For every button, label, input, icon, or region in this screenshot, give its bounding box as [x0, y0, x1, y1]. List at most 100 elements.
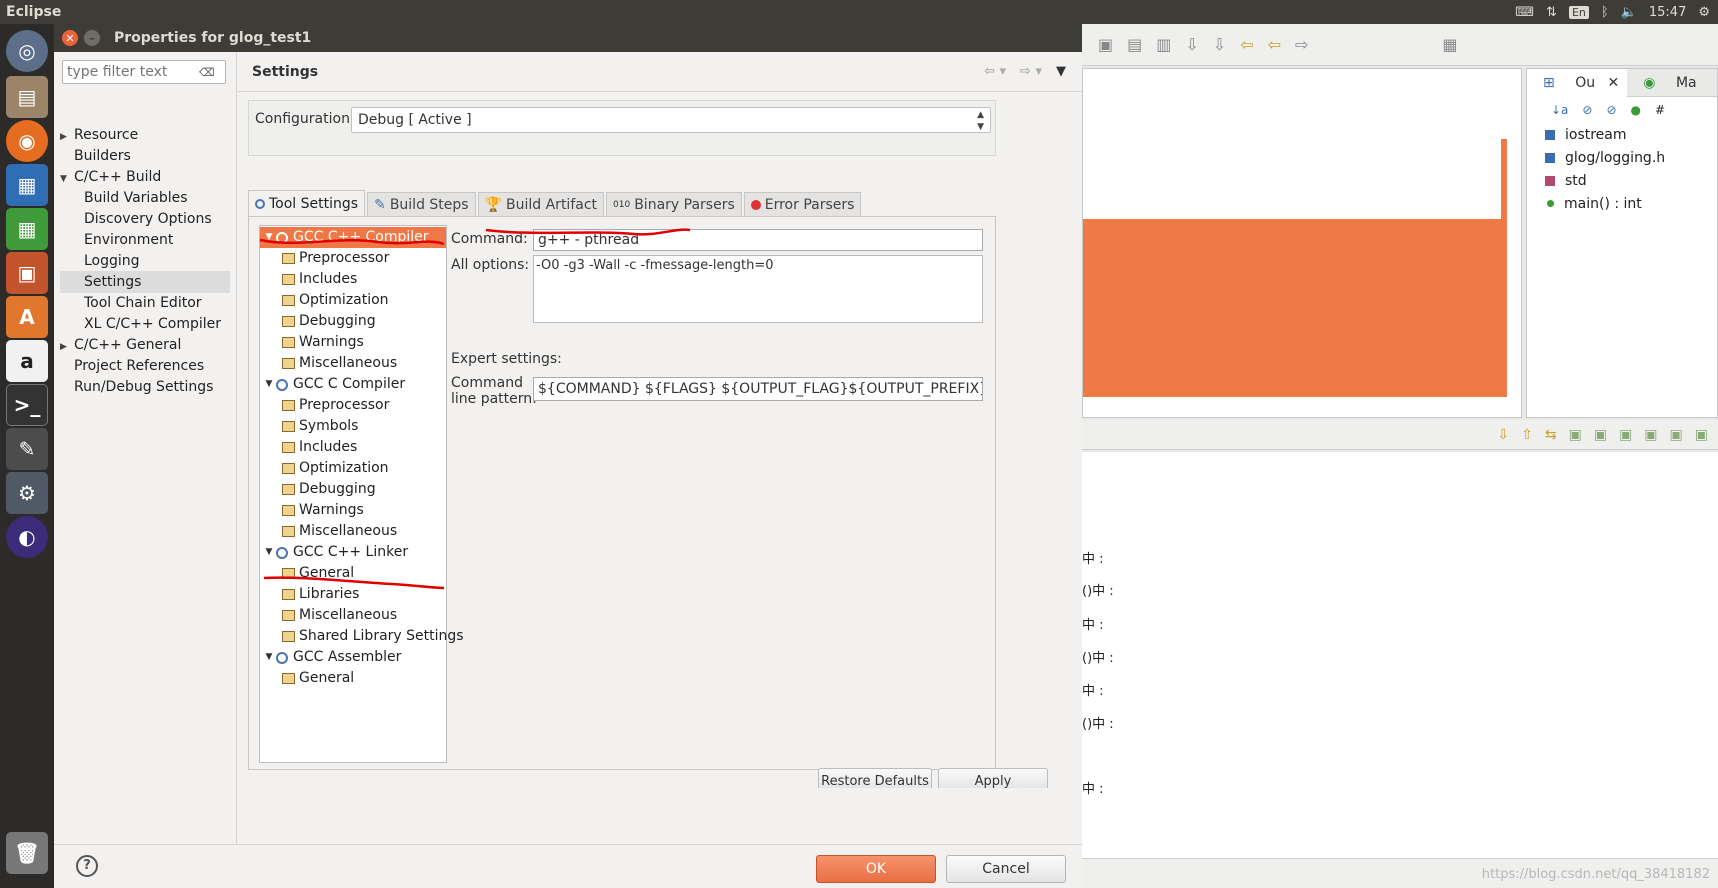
command-input[interactable]: g++ - pthread — [533, 229, 983, 251]
tree-option-item[interactable]: Miscellaneous — [282, 521, 397, 542]
terminal-icon[interactable]: >_ — [6, 384, 48, 426]
clear-filter-icon[interactable]: ⌫ — [199, 66, 215, 79]
outline-item[interactable]: std — [1527, 169, 1717, 192]
bluetooth-icon[interactable]: ᛒ — [1601, 5, 1609, 20]
toolbar-icon[interactable]: ▤ — [1127, 35, 1142, 54]
language-indicator[interactable]: En — [1568, 5, 1589, 19]
open-console-icon[interactable]: ▣ — [1695, 427, 1708, 443]
nav-item[interactable]: ▼ C/C++ Build — [60, 166, 230, 188]
toolbar-icon[interactable]: ⇩ — [1213, 35, 1226, 54]
nav-item[interactable]: XL C/C++ Compiler — [60, 313, 230, 335]
tab-build-artifact[interactable]: 🏆 Build Artifact — [477, 192, 605, 216]
pin-icon[interactable]: ▣ — [1644, 427, 1657, 443]
nav-item[interactable]: Discovery Options — [60, 208, 230, 230]
tab-outline[interactable]: ⊞ Ou ✕ — [1527, 68, 1628, 97]
hide-macros-icon[interactable]: # — [1655, 103, 1665, 117]
minimize-icon[interactable]: – — [84, 30, 100, 46]
configuration-select[interactable]: Debug [ Active ] ▲ ▼ — [351, 107, 991, 133]
apply-button[interactable]: Apply — [938, 768, 1048, 788]
previous-icon[interactable]: ⇧ — [1521, 427, 1533, 443]
tree-option-item[interactable]: General — [282, 563, 354, 584]
nav-item[interactable]: Settings — [60, 271, 230, 293]
nav-item[interactable]: Run/Debug Settings — [60, 376, 230, 398]
tree-option-item[interactable]: Includes — [282, 269, 357, 290]
tree-tool-item[interactable]: ▼ GCC C++ Compiler — [260, 227, 446, 248]
tree-option-item[interactable]: Optimization — [282, 458, 389, 479]
close-icon[interactable]: ✕ — [62, 30, 78, 46]
tree-option-item[interactable]: Debugging — [282, 479, 376, 500]
calc-icon[interactable]: ▦ — [6, 208, 48, 250]
impress-icon[interactable]: ▣ — [6, 252, 48, 294]
help-icon[interactable]: ? — [76, 855, 98, 877]
chevron-down-icon[interactable]: ▼ — [262, 374, 276, 395]
system-settings-icon[interactable]: ⚙ — [6, 472, 48, 514]
command-line-pattern-input[interactable]: ${COMMAND} ${FLAGS} ${OUTPUT_FLAG}${OUTP… — [533, 377, 983, 401]
console-icon[interactable]: ▣ — [1594, 427, 1607, 443]
filter-field[interactable]: ⌫ — [62, 60, 226, 84]
keyboard-icon[interactable]: ⌨ — [1515, 5, 1534, 20]
nav-item[interactable]: Environment — [60, 229, 230, 251]
sort-icon[interactable]: ↓a — [1551, 103, 1568, 117]
display-icon[interactable]: ▣ — [1670, 427, 1683, 443]
clear-icon[interactable]: ▣ — [1619, 427, 1632, 443]
firefox-icon[interactable]: ◉ — [6, 120, 48, 162]
next-icon[interactable]: ⇩ — [1497, 427, 1509, 443]
tab-markers[interactable]: ◉ Ma — [1627, 75, 1712, 91]
hide-static-icon[interactable]: ⊘ — [1606, 103, 1616, 117]
tree-option-item[interactable]: Libraries — [282, 584, 359, 605]
clock[interactable]: 15:47 — [1649, 5, 1686, 20]
ubuntu-dash-icon[interactable]: ◎ — [6, 30, 48, 72]
toolbar-icon[interactable]: ▥ — [1156, 35, 1171, 54]
tree-tool-item[interactable]: ▼ GCC Assembler — [262, 647, 402, 668]
tree-tool-item[interactable]: ▼ GCC C++ Linker — [262, 542, 409, 563]
toolbar-icon[interactable]: ▣ — [1098, 35, 1113, 54]
settings-gear-icon[interactable]: ⚙ — [1698, 5, 1710, 20]
nav-item[interactable]: Project References — [60, 355, 230, 377]
nav-item[interactable]: ▶ C/C++ General — [60, 334, 230, 356]
writer-icon[interactable]: ▦ — [6, 164, 48, 206]
tree-option-item[interactable]: General — [282, 668, 354, 689]
tab-tool-settings[interactable]: Tool Settings — [248, 190, 366, 216]
tab-error-parsers[interactable]: Error Parsers — [743, 192, 862, 216]
tab-binary-parsers[interactable]: 010 Binary Parsers — [606, 192, 742, 216]
ok-button[interactable]: OK — [816, 855, 936, 883]
files-icon[interactable]: ▤ — [6, 76, 48, 118]
cancel-button[interactable]: Cancel — [946, 855, 1066, 883]
tree-tool-item[interactable]: ▼ GCC C Compiler — [262, 374, 406, 395]
link-icon[interactable]: ⇆ — [1545, 427, 1557, 443]
perspective-icon[interactable]: ▦ — [1442, 35, 1457, 54]
forward-icon[interactable]: ⇨ — [1295, 35, 1308, 54]
hide-fields-icon[interactable]: ⊘ — [1582, 103, 1592, 117]
tree-option-item[interactable]: Miscellaneous — [282, 353, 397, 374]
view-menu-icon[interactable]: ▼ — [1056, 64, 1066, 79]
tree-option-item[interactable]: Includes — [282, 437, 357, 458]
network-icon[interactable]: ⇅ — [1546, 5, 1557, 20]
nav-item[interactable]: ▶ Resource — [60, 124, 230, 146]
tree-option-item[interactable]: Warnings — [282, 500, 364, 521]
restore-defaults-button[interactable]: Restore Defaults — [818, 768, 932, 788]
software-center-icon[interactable]: A — [6, 296, 48, 338]
back-icon[interactable]: ⇦ ▾ — [984, 64, 1006, 79]
tab-build-steps[interactable]: ✎ Build Steps — [367, 192, 476, 216]
tree-option-item[interactable]: Miscellaneous — [282, 605, 397, 626]
outline-item[interactable]: iostream — [1527, 123, 1717, 146]
back-icon[interactable]: ⇦ — [1268, 35, 1281, 54]
tree-option-item[interactable]: Warnings — [282, 332, 364, 353]
console-icon[interactable]: ▣ — [1569, 427, 1582, 443]
toolbar-icon[interactable]: ⇩ — [1185, 35, 1198, 54]
tree-option-item[interactable]: Symbols — [282, 416, 358, 437]
text-editor-icon[interactable]: ✎ — [6, 428, 48, 470]
chevron-down-icon[interactable]: ▼ — [262, 542, 276, 563]
forward-icon[interactable]: ⇨ ▾ — [1020, 64, 1042, 79]
eclipse-icon[interactable]: ◐ — [6, 516, 48, 558]
filter-input[interactable] — [63, 64, 199, 80]
volume-icon[interactable]: 🔈 — [1621, 5, 1637, 20]
back-icon[interactable]: ⇦ — [1240, 35, 1253, 54]
tree-option-item[interactable]: Preprocessor — [282, 248, 389, 269]
nav-item[interactable]: Logging — [60, 250, 230, 272]
chevron-down-icon[interactable]: ▼ — [262, 227, 276, 248]
nav-item[interactable]: Tool Chain Editor — [60, 292, 230, 314]
nav-item[interactable]: Build Variables — [60, 187, 230, 209]
tree-option-item[interactable]: Preprocessor — [282, 395, 389, 416]
tree-option-item[interactable]: Optimization — [282, 290, 389, 311]
